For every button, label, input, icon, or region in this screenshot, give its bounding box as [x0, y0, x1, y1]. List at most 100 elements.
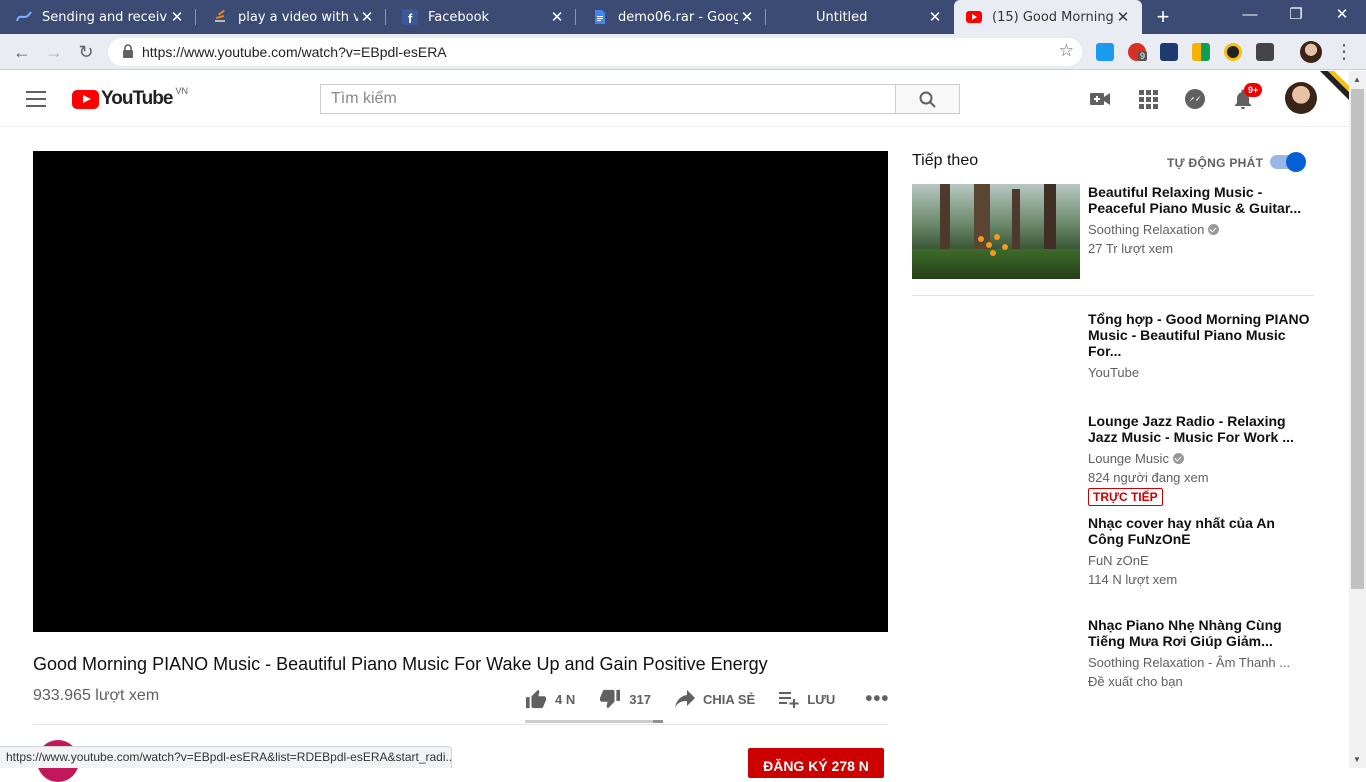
- video-thumbnail[interactable]: [912, 184, 1080, 279]
- browser-tabstrip: Sending and receiving d ✕ play a video w…: [0, 0, 1366, 34]
- tab-title: (15) Good Morning PIA: [992, 9, 1114, 25]
- logo-text: YouTube: [101, 88, 173, 109]
- notification-count-badge: 9+: [1244, 83, 1263, 97]
- link-status-bar: https://www.youtube.com/watch?v=EBpdl-es…: [0, 746, 452, 768]
- recommended-video-3[interactable]: Lounge Jazz Radio - Relaxing Jazz Music …: [1088, 413, 1314, 506]
- more-actions-icon[interactable]: •••: [865, 688, 889, 711]
- browser-tab-2[interactable]: play a video with visual ✕: [196, 0, 386, 34]
- search-icon: [919, 91, 936, 108]
- close-tab-icon[interactable]: ✕: [926, 8, 944, 26]
- search-input[interactable]: [321, 85, 896, 113]
- video-player[interactable]: [33, 151, 888, 632]
- like-count: 4 N: [555, 691, 576, 707]
- thumbnail-detail: [994, 234, 1000, 240]
- browser-tab-6-active[interactable]: (15) Good Morning PIA ✕: [954, 0, 1142, 34]
- recommended-title: Lounge Jazz Radio - Relaxing Jazz Music …: [1088, 413, 1294, 445]
- close-tab-icon[interactable]: ✕: [168, 8, 186, 26]
- share-button[interactable]: CHIA SẺ: [674, 690, 755, 708]
- thumbnail-detail: [990, 250, 996, 256]
- subscribe-button[interactable]: ĐĂNG KÝ 278 N: [748, 748, 884, 778]
- tab-title: Sending and receiving d: [42, 9, 168, 25]
- extension-icon[interactable]: [1192, 43, 1210, 61]
- recommended-viewers: 824 người đang xem: [1088, 470, 1209, 485]
- close-tab-icon[interactable]: ✕: [1114, 8, 1132, 26]
- recommended-channel: Soothing Relaxation - Âm Thanh ...: [1088, 655, 1291, 670]
- youtube-play-logo-icon: [72, 89, 99, 109]
- save-label: LƯU: [807, 691, 836, 707]
- thumbnail-detail: [912, 249, 1080, 279]
- selenium-extension-icon[interactable]: [1256, 43, 1274, 61]
- extension-badge-icon[interactable]: 9: [1128, 43, 1148, 61]
- live-badge: TRỰC TIẾP: [1088, 488, 1163, 506]
- close-tab-icon[interactable]: ✕: [738, 8, 756, 26]
- youtube-logo[interactable]: YouTube VN: [72, 86, 188, 109]
- browser-toolbar: ← → ↻ https://www.youtube.com/watch?v=EB…: [0, 34, 1366, 70]
- page-scrollbar[interactable]: ▲ ▼: [1349, 71, 1366, 768]
- recommended-video-1[interactable]: Beautiful Relaxing Music - Peaceful Pian…: [1088, 184, 1314, 256]
- dislike-count: 317: [629, 691, 651, 707]
- address-bar[interactable]: https://www.youtube.com/watch?v=EBpdl-es…: [108, 38, 1082, 66]
- create-video-icon[interactable]: [1088, 87, 1112, 111]
- guide-menu-icon[interactable]: [26, 91, 46, 107]
- extension-icon[interactable]: [1224, 43, 1242, 61]
- forward-button[interactable]: →: [42, 40, 66, 64]
- restore-button[interactable]: ❐: [1273, 0, 1319, 30]
- up-next-heading: Tiếp theo: [912, 152, 979, 169]
- dislike-button[interactable]: 317: [599, 689, 651, 709]
- recommended-channel: Soothing Relaxation: [1088, 222, 1205, 237]
- autoplay-label: TỰ ĐỘNG PHÁT: [1167, 156, 1264, 170]
- extension-icon[interactable]: [1096, 43, 1114, 61]
- profile-avatar[interactable]: [1300, 41, 1322, 63]
- youtube-icon: [966, 9, 982, 25]
- recommended-title: Tổng hợp - Good Morning PIANO Music - Be…: [1088, 311, 1310, 359]
- share-arrow-icon: [674, 690, 695, 708]
- browser-tab-3[interactable]: f Facebook ✕: [386, 0, 576, 34]
- scroll-down-arrow-icon[interactable]: ▼: [1353, 755, 1361, 764]
- browser-tab-5[interactable]: Untitled ✕: [766, 0, 954, 34]
- messages-icon[interactable]: [1183, 87, 1207, 111]
- wave-icon: [16, 9, 32, 25]
- tab-title: play a video with visual: [238, 9, 358, 25]
- close-tab-icon[interactable]: ✕: [358, 8, 376, 26]
- save-button[interactable]: LƯU: [779, 690, 835, 708]
- browser-tab-4[interactable]: demo06.rar - Google Dr ✕: [576, 0, 766, 34]
- recommended-video-2[interactable]: Tổng hợp - Good Morning PIANO Music - Be…: [1088, 311, 1314, 380]
- url-text: https://www.youtube.com/watch?v=EBpdl-es…: [142, 44, 447, 60]
- like-ratio-fill: [525, 720, 654, 723]
- thumbs-up-icon: [526, 689, 546, 709]
- up-next-separator: [912, 295, 1314, 296]
- recommended-title: Nhạc cover hay nhất của An Công FuNzOnE: [1088, 515, 1275, 547]
- minimize-button[interactable]: —: [1227, 0, 1273, 30]
- like-button[interactable]: 4 N: [525, 689, 575, 709]
- lock-icon: [123, 44, 133, 58]
- verified-check-icon: [1208, 224, 1220, 235]
- thumbnail-detail: [1002, 244, 1008, 250]
- facebook-icon: f: [402, 9, 418, 25]
- back-button[interactable]: ←: [10, 40, 34, 64]
- like-dislike-bar: [525, 720, 663, 723]
- recommended-channel: FuN zOnE: [1088, 553, 1149, 568]
- scroll-up-arrow-icon[interactable]: ▲: [1353, 75, 1361, 84]
- reload-button[interactable]: ↻: [74, 40, 98, 64]
- recommended-views: 27 Tr lượt xem: [1088, 241, 1174, 256]
- autoplay-toggle[interactable]: [1270, 152, 1306, 172]
- view-count: 933.965 lượt xem: [33, 687, 160, 704]
- recommended-video-5[interactable]: Nhạc Piano Nhẹ Nhàng Cùng Tiếng Mưa Rơi …: [1088, 617, 1314, 689]
- extension-icon[interactable]: [1160, 43, 1178, 61]
- account-avatar[interactable]: [1285, 82, 1317, 114]
- scrollbar-thumb[interactable]: [1351, 89, 1364, 589]
- bookmark-star-icon[interactable]: ☆: [1059, 41, 1074, 61]
- search-box: [320, 84, 896, 114]
- new-tab-button[interactable]: +: [1152, 6, 1174, 28]
- stackoverflow-icon: [212, 9, 228, 25]
- close-window-button[interactable]: ✕: [1319, 0, 1365, 30]
- browser-tab-1[interactable]: Sending and receiving d ✕: [0, 0, 196, 34]
- browser-menu-icon[interactable]: ⋮: [1332, 40, 1356, 64]
- recommended-channel: YouTube: [1088, 365, 1140, 380]
- search-button[interactable]: [895, 84, 960, 114]
- apps-grid-icon[interactable]: [1136, 87, 1160, 111]
- content-divider: [33, 724, 888, 725]
- close-tab-icon[interactable]: ✕: [548, 8, 566, 26]
- recommended-video-4[interactable]: Nhạc cover hay nhất của An Công FuNzOnE …: [1088, 515, 1314, 587]
- thumbnail-detail: [978, 236, 984, 242]
